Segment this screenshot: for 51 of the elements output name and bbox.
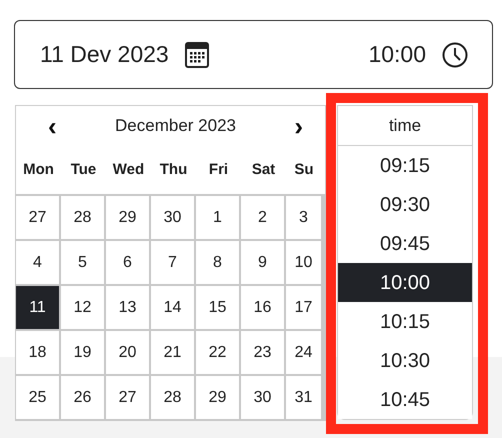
day-cell[interactable]: 30 [151,196,194,239]
day-cell[interactable]: 31 [286,376,321,419]
date-time-field[interactable]: 11 Dev 2023 10:00 [14,20,493,89]
day-cell[interactable]: 15 [196,286,239,329]
day-cell[interactable]: 27 [16,196,59,239]
day-cell[interactable]: 10 [286,241,321,284]
time-value: 10:00 [368,40,426,70]
day-cell[interactable]: 29 [196,376,239,419]
day-cell[interactable]: 28 [151,376,194,419]
day-cell[interactable]: 5 [61,241,104,284]
day-cell[interactable]: 29 [106,196,149,239]
day-cell[interactable]: 9 [241,241,284,284]
day-cell[interactable]: 12 [61,286,104,329]
day-cell[interactable]: 2 [241,196,284,239]
day-cell[interactable]: 4 [16,241,59,284]
day-cell[interactable]: 16 [241,286,284,329]
day-cell[interactable]: 8 [196,241,239,284]
clock-icon[interactable] [442,42,468,68]
day-cell[interactable]: 14 [151,286,194,329]
day-cell[interactable]: 13 [106,286,149,329]
day-cell[interactable]: 24 [286,331,321,374]
weekday-label: Wed [112,160,146,180]
weekday-label: Fri [208,160,230,180]
day-cell[interactable]: 30 [241,376,284,419]
day-cell[interactable]: 27 [106,376,149,419]
date-value: 11 Dev 2023 [40,40,169,70]
day-cell[interactable]: 25 [16,376,59,419]
time-option[interactable]: 10:00 [338,263,472,302]
day-cell[interactable]: 23 [241,331,284,374]
calendar-icon[interactable] [184,42,209,68]
month-title: December 2023 [115,115,236,138]
day-cell[interactable]: 17 [286,286,321,329]
day-cell[interactable]: 19 [61,331,104,374]
day-cell[interactable]: 11 [16,286,59,329]
weekday-label: Sat [250,160,276,180]
weekday-label: Su [293,160,315,180]
day-cell[interactable]: 22 [196,331,239,374]
day-cell[interactable]: 21 [151,331,194,374]
weekday-label: Thu [158,160,188,180]
day-cell[interactable]: 3 [286,196,321,239]
day-cell[interactable]: 7 [151,241,194,284]
day-cell[interactable]: 28 [61,196,104,239]
day-cell[interactable]: 20 [106,331,149,374]
weekday-label: Tue [70,160,98,180]
day-cell[interactable]: 26 [61,376,104,419]
next-month-button[interactable]: › [290,113,307,139]
day-cell[interactable]: 1 [196,196,239,239]
day-cell[interactable]: 6 [106,241,149,284]
weekday-label: Mon [22,160,55,180]
previous-month-button[interactable]: ‹ [44,113,61,139]
day-cell[interactable]: 18 [16,331,59,374]
